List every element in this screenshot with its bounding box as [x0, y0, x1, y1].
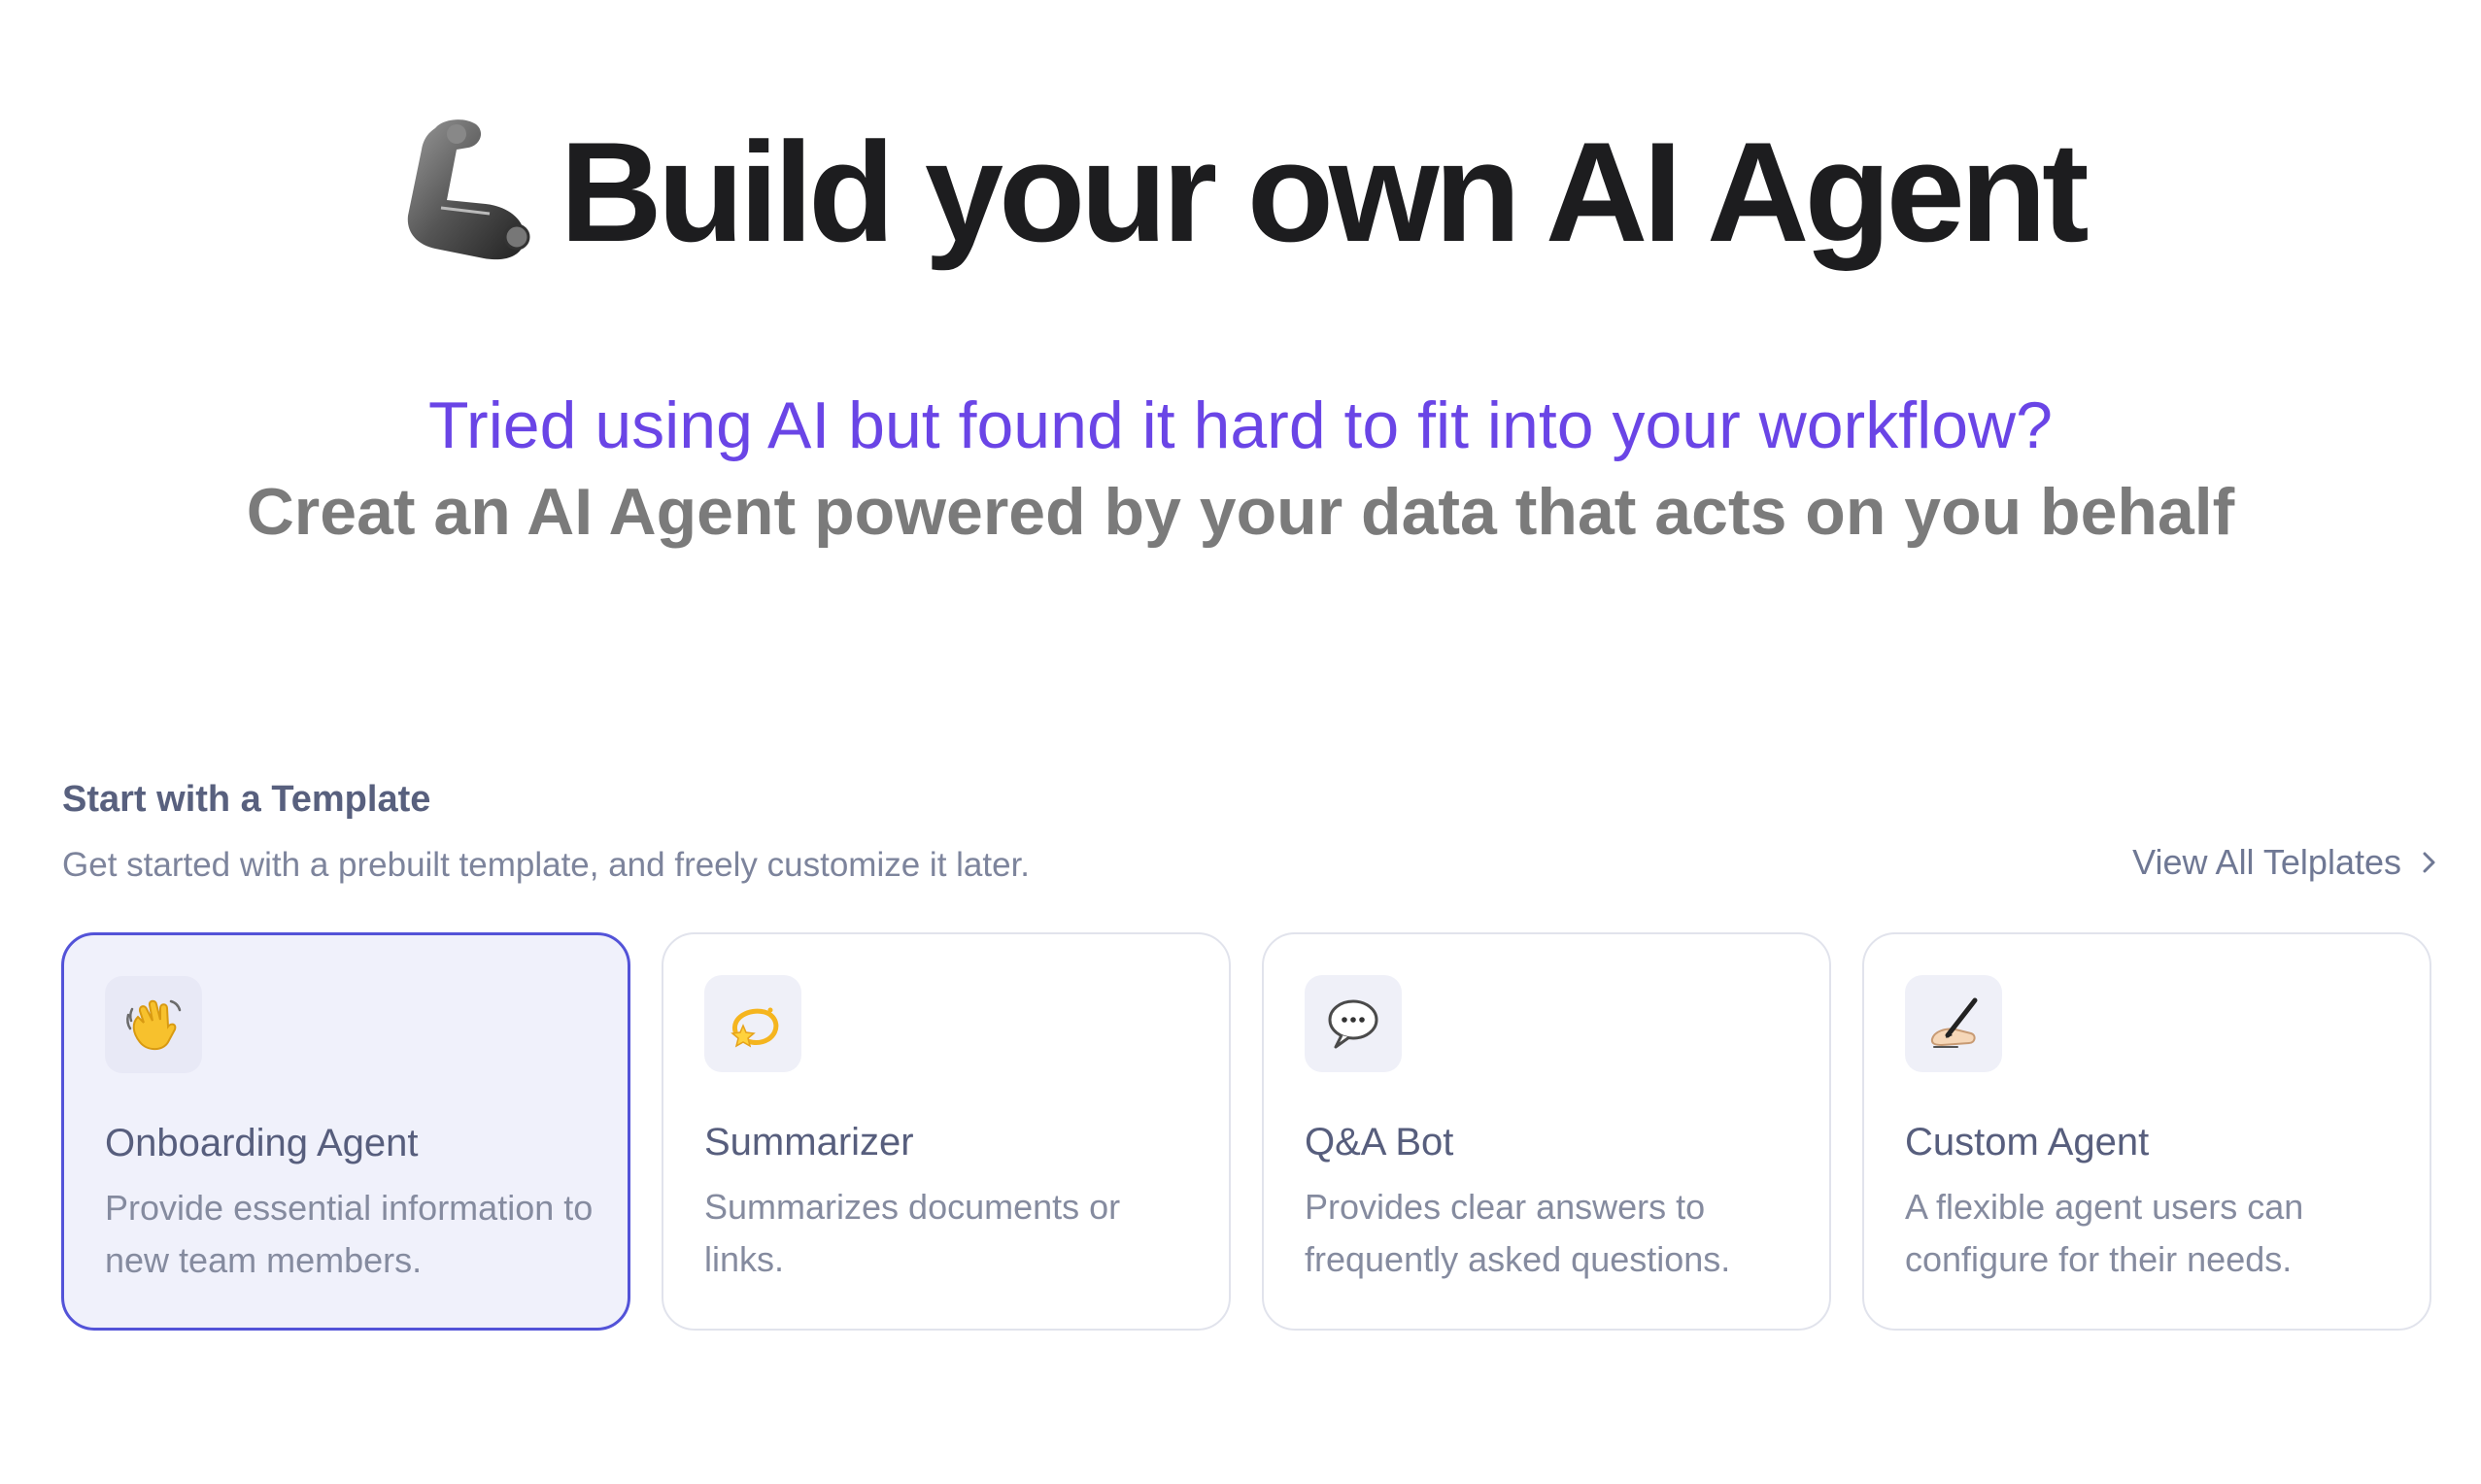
template-description: Summarizes documents or links. — [704, 1187, 1121, 1279]
dizzy-star-icon — [704, 975, 801, 1072]
chevron-right-icon — [2421, 848, 2438, 877]
template-description: A flexible agent users can configure for… — [1905, 1187, 2304, 1279]
subtitle-tagline: Creat an AI Agent powered by your data t… — [246, 475, 2235, 549]
subtitle-question: Tried using AI but found it hard to fit … — [428, 388, 2053, 462]
template-title: Summarizer — [704, 1121, 914, 1164]
template-card-summarizer[interactable]: Summarizer Summarizes documents or links… — [662, 932, 1231, 1331]
view-all-templates-label: View All Telplates — [2132, 842, 2401, 882]
template-card-custom-agent[interactable]: Custom Agent A flexible agent users can … — [1862, 932, 2431, 1331]
template-card-qa-bot[interactable]: Q&A Bot Provides clear answers to freque… — [1262, 932, 1831, 1331]
template-card-onboarding-agent[interactable]: Onboarding Agent Provide essential infor… — [61, 932, 630, 1331]
template-description: Provides clear answers to frequently ask… — [1305, 1187, 1731, 1279]
templates-description: Get started with a prebuilt template, an… — [62, 846, 1031, 884]
speech-balloon-icon — [1305, 975, 1402, 1072]
mechanical-arm-icon — [396, 111, 542, 266]
template-cards: Onboarding Agent Provide essential infor… — [61, 932, 2431, 1331]
templates-heading: Start with a Template — [62, 779, 431, 820]
template-title: Onboarding Agent — [105, 1122, 419, 1164]
view-all-templates-link[interactable]: View All Telplates — [2132, 845, 2438, 880]
hero-title-text: Build your own AI Agent — [560, 113, 2089, 271]
template-title: Custom Agent — [1905, 1121, 2150, 1164]
template-description: Provide essential information to new tea… — [105, 1188, 594, 1280]
writing-hand-icon — [1905, 975, 2002, 1072]
template-title: Q&A Bot — [1305, 1121, 1454, 1164]
page-title: Build your own AI Agent — [0, 115, 2481, 270]
waving-hand-icon — [105, 976, 202, 1073]
